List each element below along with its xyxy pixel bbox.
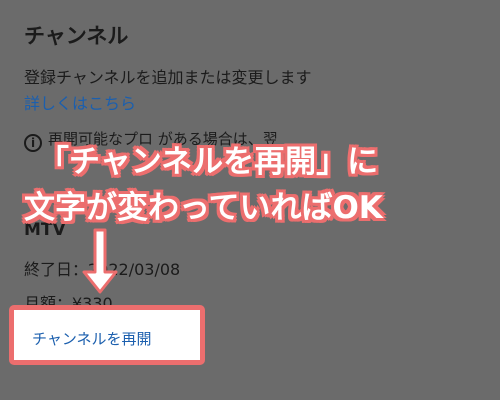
app-screen: チャンネル 登録チャンネルを追加または変更します 詳しくはこちら i 再開可能なプ… xyxy=(0,0,500,400)
restart-channel-button[interactable]: チャンネルを再開 xyxy=(32,328,152,349)
annotation-line-2: 文字が変わっていればOK xyxy=(24,190,383,226)
section-heading: チャンネル xyxy=(24,24,129,48)
restart-channel-highlight: チャンネルを再開 xyxy=(9,305,205,365)
details-link[interactable]: 詳しくはこちら xyxy=(24,90,136,114)
annotation-line-1: 「チャンネルを再開」に xyxy=(38,144,379,180)
down-arrow-icon xyxy=(82,228,118,294)
section-description: 登録チャンネルを追加または変更します xyxy=(24,68,312,87)
